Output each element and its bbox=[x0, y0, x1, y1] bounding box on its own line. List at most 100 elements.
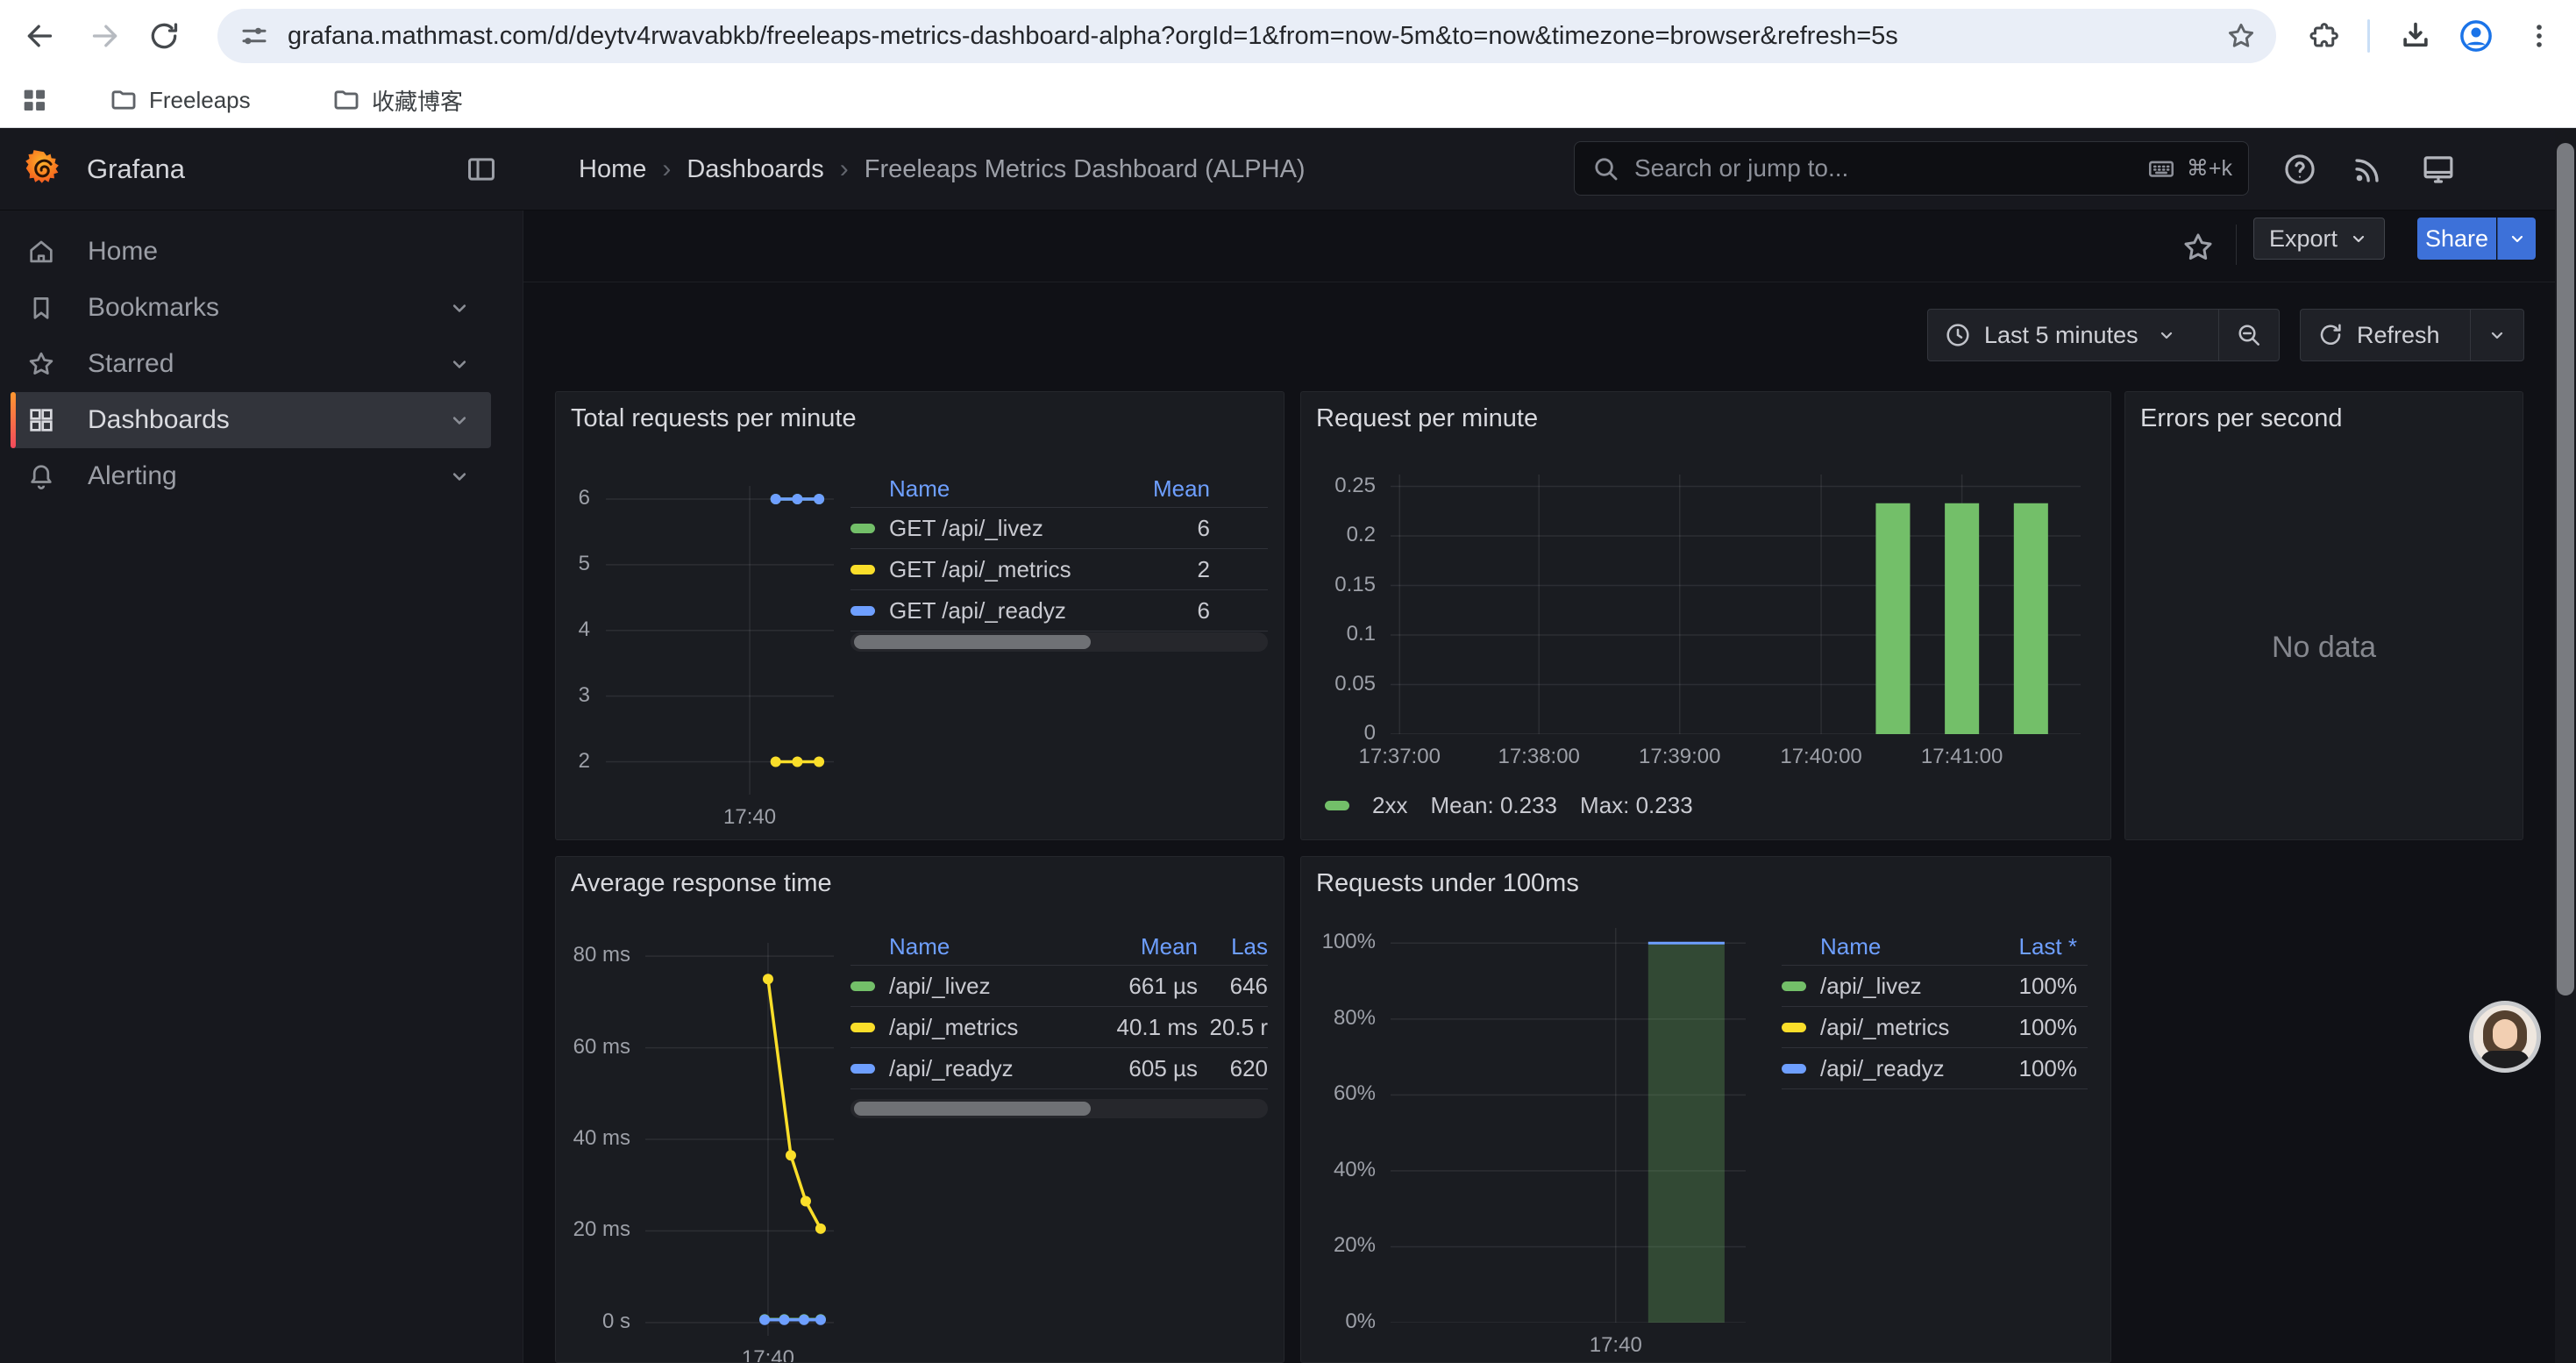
series-name[interactable]: /api/_readyz bbox=[889, 1055, 1066, 1082]
panel-title[interactable]: Request per minute bbox=[1316, 404, 1538, 433]
refresh-button[interactable]: Refresh bbox=[2301, 310, 2470, 360]
refresh-group: Refresh bbox=[2300, 309, 2524, 361]
share-menu-button[interactable] bbox=[2497, 218, 2536, 260]
series-name[interactable]: 2xx bbox=[1372, 792, 1407, 819]
series-name[interactable]: GET /api/_readyz bbox=[889, 597, 1128, 624]
legend-col-last[interactable]: Las bbox=[1198, 933, 1268, 960]
line-chart[interactable] bbox=[606, 486, 834, 795]
series-color-pill[interactable] bbox=[850, 606, 875, 616]
series-color-pill[interactable] bbox=[1782, 1064, 1806, 1074]
bar-chart[interactable] bbox=[1391, 928, 1746, 1323]
series-name[interactable]: /api/_metrics bbox=[1820, 1014, 1974, 1041]
legend-col-mean[interactable]: Mean bbox=[1128, 475, 1268, 503]
series-color-pill[interactable] bbox=[1782, 1023, 1806, 1032]
panel-title[interactable]: Average response time bbox=[571, 869, 832, 898]
bar-chart[interactable] bbox=[1391, 475, 2081, 734]
breadcrumb-dashboards[interactable]: Dashboards bbox=[687, 155, 823, 184]
legend-row[interactable]: /api/_livez 661 µs 646 bbox=[850, 966, 1268, 1007]
series-name[interactable]: /api/_readyz bbox=[1820, 1055, 1974, 1082]
legend-col-name[interactable]: Name bbox=[889, 933, 1066, 960]
panel-title[interactable]: Errors per second bbox=[2140, 404, 2343, 433]
legend-inline[interactable]: 2xx Mean: 0.233 Max: 0.233 bbox=[1325, 792, 1693, 818]
sidebar-item-label: Alerting bbox=[88, 461, 177, 491]
legend-row[interactable]: /api/_livez 100% bbox=[1782, 966, 2088, 1007]
site-info-icon[interactable] bbox=[238, 20, 270, 52]
favorite-star-icon[interactable] bbox=[2181, 230, 2216, 265]
url-bar[interactable]: grafana.mathmast.com/d/deytv4rwavabkb/fr… bbox=[217, 9, 2276, 63]
line-chart[interactable] bbox=[645, 943, 834, 1336]
help-icon[interactable] bbox=[2281, 151, 2318, 188]
chevron-down-icon[interactable] bbox=[447, 296, 472, 320]
megamenu-toggle-icon[interactable] bbox=[465, 153, 498, 186]
bookmark-star-icon[interactable] bbox=[2225, 20, 2257, 52]
legend-row[interactable]: GET /api/_readyz 6 bbox=[850, 590, 1268, 632]
bookmark-folder-freeleaps[interactable]: Freeleaps bbox=[109, 82, 251, 118]
reload-icon[interactable] bbox=[143, 15, 185, 57]
extensions-icon[interactable] bbox=[2303, 15, 2345, 57]
scrollbar-thumb[interactable] bbox=[2557, 143, 2574, 995]
legend-row[interactable]: GET /api/_livez 6 bbox=[850, 508, 1268, 549]
series-color-pill[interactable] bbox=[850, 565, 875, 574]
browser-menu-kebab-icon[interactable] bbox=[2518, 15, 2560, 57]
panel-total-requests-per-minute[interactable]: Total requests per minute Name Mean GET … bbox=[555, 391, 1284, 840]
sidebar-item-starred[interactable]: Starred bbox=[11, 336, 491, 392]
monitor-icon[interactable] bbox=[2420, 151, 2457, 188]
browser-profile-avatar[interactable] bbox=[2455, 15, 2497, 57]
series-color-pill[interactable] bbox=[850, 1064, 875, 1074]
y-tick-label: 60% bbox=[1306, 1081, 1376, 1106]
apps-grid-icon[interactable] bbox=[19, 82, 49, 118]
legend-row[interactable]: /api/_metrics 40.1 ms 20.5 r bbox=[850, 1007, 1268, 1048]
sidebar-item-alerting[interactable]: Alerting bbox=[11, 448, 491, 504]
panel-title[interactable]: Total requests per minute bbox=[571, 404, 857, 433]
assistant-avatar[interactable] bbox=[2469, 1001, 2541, 1073]
bookmark-folder-blogs[interactable]: 收藏博客 bbox=[331, 82, 463, 118]
legend-row[interactable]: /api/_readyz 605 µs 620 bbox=[850, 1048, 1268, 1089]
series-color-pill[interactable] bbox=[1325, 801, 1349, 810]
legend-row[interactable]: /api/_metrics 100% bbox=[1782, 1007, 2088, 1048]
chevron-down-icon[interactable] bbox=[447, 464, 472, 489]
time-range-picker[interactable]: Last 5 minutes bbox=[1928, 310, 2218, 360]
share-button[interactable]: Share bbox=[2417, 218, 2496, 260]
panel-title[interactable]: Requests under 100ms bbox=[1316, 869, 1579, 898]
chevron-down-icon[interactable] bbox=[447, 408, 472, 432]
forward-icon[interactable] bbox=[84, 15, 126, 57]
refresh-icon bbox=[2316, 321, 2345, 349]
panel-errors-per-second[interactable]: Errors per second No data bbox=[2124, 391, 2523, 840]
series-color-pill[interactable] bbox=[850, 1023, 875, 1032]
grafana-logo-icon bbox=[24, 149, 64, 189]
series-color-pill[interactable] bbox=[1782, 981, 1806, 991]
legend-col-name[interactable]: Name bbox=[1820, 933, 1974, 960]
legend-col-last[interactable]: Last * bbox=[1974, 933, 2088, 960]
series-color-pill[interactable] bbox=[850, 981, 875, 991]
refresh-interval-button[interactable] bbox=[2471, 310, 2523, 360]
chevron-down-icon[interactable] bbox=[447, 352, 472, 376]
legend-scrollbar[interactable] bbox=[850, 1099, 1268, 1118]
series-name[interactable]: GET /api/_metrics bbox=[889, 556, 1128, 583]
download-icon[interactable] bbox=[2395, 15, 2437, 57]
page-scrollbar[interactable] bbox=[2555, 128, 2576, 1363]
legend-col-name[interactable]: Name bbox=[889, 475, 1128, 503]
panel-requests-under-100ms[interactable]: Requests under 100ms Name Last * /api/_l… bbox=[1300, 856, 2111, 1363]
zoom-out-button[interactable] bbox=[2219, 310, 2279, 360]
legend-row[interactable]: /api/_readyz 100% bbox=[1782, 1048, 2088, 1089]
sidebar-item-bookmarks[interactable]: Bookmarks bbox=[11, 280, 491, 336]
legend-scrollbar[interactable] bbox=[850, 632, 1268, 652]
news-rss-icon[interactable] bbox=[2350, 151, 2387, 188]
grafana-brand[interactable]: Grafana bbox=[24, 149, 185, 189]
breadcrumb-home[interactable]: Home bbox=[579, 155, 646, 184]
export-button[interactable]: Export bbox=[2253, 218, 2385, 260]
sidebar-item-home[interactable]: Home bbox=[11, 224, 491, 280]
series-name[interactable]: /api/_livez bbox=[889, 973, 1066, 1000]
x-tick-label: 17:40:00 bbox=[1742, 745, 1900, 769]
series-name[interactable]: GET /api/_livez bbox=[889, 515, 1128, 542]
panel-request-per-minute[interactable]: Request per minute 2xx Mean: 0.233 Max: … bbox=[1300, 391, 2111, 840]
series-color-pill[interactable] bbox=[850, 524, 875, 533]
sidebar-item-dashboards[interactable]: Dashboards bbox=[11, 392, 491, 448]
series-name[interactable]: /api/_metrics bbox=[889, 1014, 1066, 1041]
back-icon[interactable] bbox=[18, 15, 60, 57]
series-name[interactable]: /api/_livez bbox=[1820, 973, 1974, 1000]
legend-col-mean[interactable]: Mean bbox=[1066, 933, 1198, 960]
search-input[interactable]: Search or jump to... ⌘+k bbox=[1574, 141, 2249, 196]
panel-average-response-time[interactable]: Average response time Name Mean Las /api… bbox=[555, 856, 1284, 1363]
legend-row[interactable]: GET /api/_metrics 2 bbox=[850, 549, 1268, 590]
